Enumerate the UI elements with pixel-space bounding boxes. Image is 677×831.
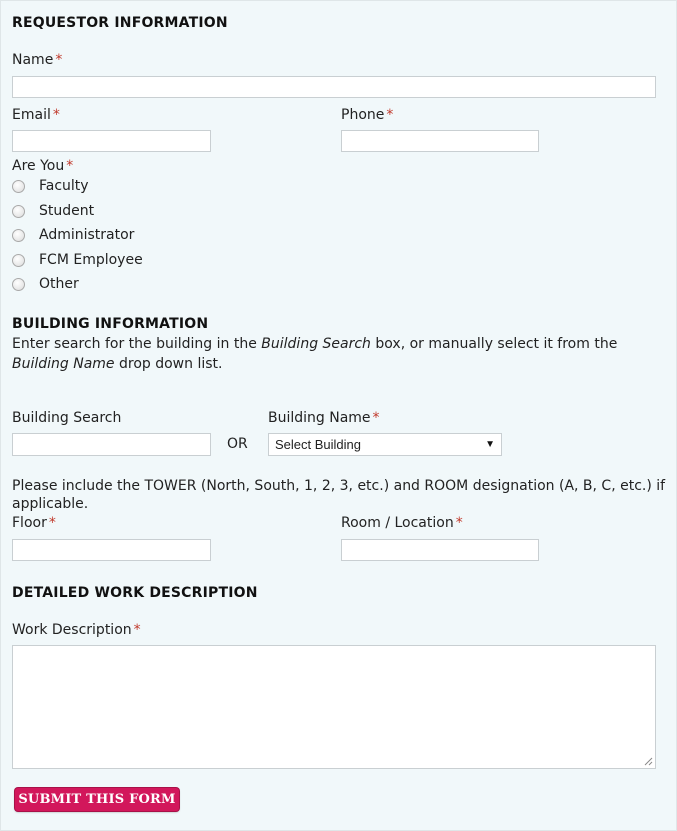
radio-button[interactable] — [12, 277, 25, 291]
tower-room-note: Please include the TOWER (North, South, … — [12, 478, 666, 512]
section-heading-work: DETAILED WORK DESCRIPTION — [12, 585, 258, 601]
radio-button[interactable] — [12, 228, 25, 242]
radio-option-faculty[interactable]: Faculty — [12, 177, 89, 195]
room-location-input[interactable] — [341, 539, 539, 561]
work-description-textarea[interactable] — [12, 645, 656, 769]
radio-option-student[interactable]: Student — [12, 202, 94, 220]
room-location-label-text: Room / Location — [341, 515, 454, 531]
radio-button[interactable] — [12, 253, 25, 267]
instructions-text: box, or manually select it from the — [370, 336, 618, 352]
building-search-label: Building Search — [12, 410, 122, 426]
submit-button[interactable]: SUBMIT THIS FORM — [15, 788, 179, 811]
section-heading-requestor: REQUESTOR INFORMATION — [12, 15, 228, 31]
phone-label-text: Phone — [341, 107, 385, 123]
building-name-label: Building Name * — [268, 410, 380, 426]
work-description-label-text: Work Description — [12, 622, 132, 638]
email-input[interactable] — [12, 130, 211, 152]
instructions-text: Enter search for the building in the — [12, 336, 262, 352]
email-label-text: Email — [12, 107, 51, 123]
radio-label: Faculty — [39, 178, 89, 194]
select-value: Select Building — [275, 437, 361, 452]
building-name-label-text: Building Name — [268, 410, 371, 426]
required-asterisk: * — [133, 622, 141, 638]
radio-label: Other — [39, 276, 79, 292]
radio-label: Administrator — [39, 227, 135, 243]
floor-label: Floor * — [12, 515, 56, 531]
building-instructions: Enter search for the building in the Bui… — [12, 334, 652, 374]
instructions-emphasis: Building Name — [12, 356, 115, 372]
are-you-label: Are You * — [12, 158, 73, 174]
phone-label: Phone * — [341, 107, 393, 123]
room-location-label: Room / Location * — [341, 515, 463, 531]
building-search-input[interactable] — [12, 433, 211, 456]
radio-button[interactable] — [12, 179, 25, 193]
radio-button[interactable] — [12, 204, 25, 218]
required-asterisk: * — [66, 158, 74, 174]
phone-input[interactable] — [341, 130, 539, 152]
radio-label: Student — [39, 203, 95, 219]
name-label: Name * — [12, 52, 62, 68]
section-heading-building: BUILDING INFORMATION — [12, 316, 209, 332]
resize-handle-icon[interactable] — [643, 756, 653, 766]
floor-input[interactable] — [12, 539, 211, 561]
radio-option-other[interactable]: Other — [12, 275, 79, 293]
required-asterisk: * — [455, 515, 463, 531]
floor-label-text: Floor — [12, 515, 47, 531]
required-asterisk: * — [48, 515, 56, 531]
email-label: Email * — [12, 107, 60, 123]
radio-label: FCM Employee — [39, 252, 143, 268]
required-asterisk: * — [386, 107, 394, 123]
instructions-text: drop down list. — [114, 356, 223, 372]
dropdown-arrow-icon: ▼ — [485, 439, 495, 450]
required-asterisk: * — [372, 410, 380, 426]
radio-option-fcm-employee[interactable]: FCM Employee — [12, 251, 143, 269]
work-description-label: Work Description * — [12, 622, 141, 638]
name-input[interactable] — [12, 76, 656, 98]
are-you-label-text: Are You — [12, 158, 65, 174]
or-separator: OR — [227, 436, 248, 452]
building-name-select[interactable]: Select Building ▼ — [268, 433, 502, 456]
instructions-emphasis: Building Search — [261, 336, 371, 352]
required-asterisk: * — [55, 52, 63, 68]
required-asterisk: * — [52, 107, 60, 123]
radio-option-administrator[interactable]: Administrator — [12, 226, 134, 244]
name-label-text: Name — [12, 52, 54, 68]
